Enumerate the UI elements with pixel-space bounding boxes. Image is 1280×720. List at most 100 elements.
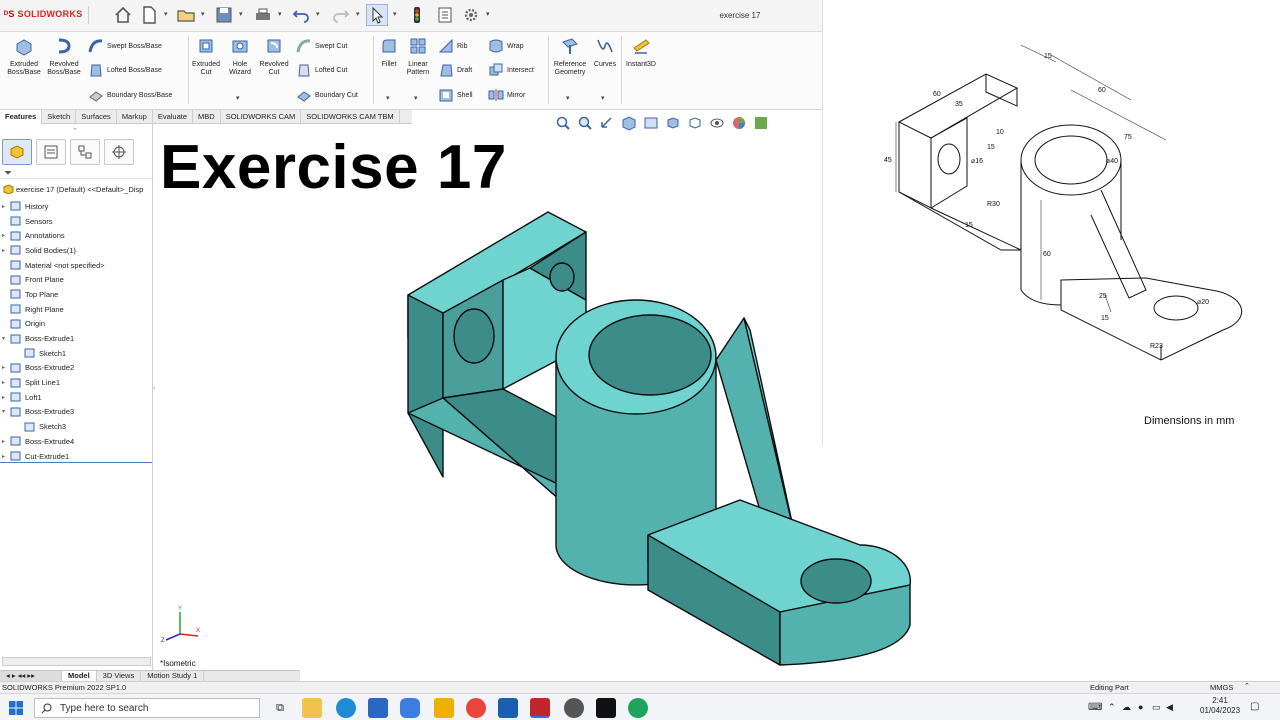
- tree-item[interactable]: ▾ Boss-Extrude1: [2, 331, 152, 346]
- tree-item[interactable]: ▸ History: [2, 199, 152, 214]
- feature-tree-tab-icon[interactable]: [2, 139, 32, 165]
- volume-icon[interactable]: ◀: [1166, 702, 1173, 713]
- chevron-down-icon[interactable]: ▾: [393, 11, 399, 18]
- new-document-icon[interactable]: [138, 4, 160, 26]
- swept-boss-button[interactable]: Swept Boss/Base: [88, 38, 162, 54]
- property-manager-tab-icon[interactable]: [36, 139, 66, 165]
- linear-pattern-button[interactable]: Linear Pattern: [403, 36, 433, 77]
- tab-model[interactable]: Model: [62, 671, 97, 681]
- cloud-icon[interactable]: ☁: [1122, 702, 1131, 713]
- whatsapp-icon[interactable]: [628, 698, 648, 718]
- obs-icon[interactable]: [564, 698, 584, 718]
- edit-appearance-icon[interactable]: [731, 115, 747, 131]
- print-icon[interactable]: [252, 4, 274, 26]
- chevron-down-icon[interactable]: ▾: [601, 95, 607, 102]
- horizontal-scrollbar[interactable]: [2, 657, 151, 666]
- apply-scene-icon[interactable]: [753, 115, 769, 131]
- redo-icon[interactable]: [330, 4, 352, 26]
- rollback-bar[interactable]: [0, 462, 152, 463]
- tree-item[interactable]: Material <not specified>: [2, 258, 152, 273]
- tree-item[interactable]: ▸ Boss-Extrude4: [2, 434, 152, 449]
- rebuild-traffic-light-icon[interactable]: [406, 4, 428, 26]
- intersect-button[interactable]: Intersect: [488, 62, 534, 78]
- expand-arrow-icon[interactable]: ▾: [2, 335, 10, 342]
- home-icon[interactable]: [112, 4, 134, 26]
- tree-item[interactable]: Sensors: [2, 214, 152, 229]
- task-view-icon[interactable]: ⧉: [270, 698, 290, 718]
- tab-markup[interactable]: Markup: [117, 110, 153, 124]
- curves-button[interactable]: Curves: [591, 36, 619, 69]
- chevron-down-icon[interactable]: ▾: [566, 95, 572, 102]
- shell-button[interactable]: Shell: [438, 87, 473, 103]
- extruded-boss-button[interactable]: Extruded Boss/Base: [4, 36, 44, 77]
- panel-collapse-icon[interactable]: ‹: [153, 385, 155, 392]
- previous-view-icon[interactable]: [599, 115, 615, 131]
- taskbar-search-box[interactable]: Type here to search: [34, 698, 260, 718]
- tab-3d-views[interactable]: 3D Views: [97, 671, 142, 681]
- chevron-down-icon[interactable]: ▾: [386, 95, 392, 102]
- tree-item[interactable]: ▸ Loft1: [2, 390, 152, 405]
- tab-surfaces[interactable]: Surfaces: [76, 110, 117, 124]
- mail-icon[interactable]: [368, 698, 388, 718]
- tree-item[interactable]: ▸ Boss-Extrude2: [2, 361, 152, 376]
- lofted-boss-button[interactable]: Lofted Boss/Base: [88, 62, 162, 78]
- rib-button[interactable]: Rib: [438, 38, 468, 54]
- file-properties-icon[interactable]: [434, 4, 456, 26]
- boundary-boss-button[interactable]: Boundary Boss/Base: [88, 87, 172, 103]
- expand-arrow-icon[interactable]: ▸: [2, 364, 10, 371]
- configuration-manager-tab-icon[interactable]: [70, 139, 100, 165]
- chevron-down-icon[interactable]: ▾: [414, 95, 420, 102]
- tree-item[interactable]: ▸ Solid Bodies(1): [2, 243, 152, 258]
- windows-start-icon[interactable]: [9, 701, 23, 715]
- notifications-icon[interactable]: ▢: [1250, 701, 1259, 712]
- chevron-down-icon[interactable]: ▾: [164, 11, 170, 18]
- edge-browser-icon[interactable]: [336, 698, 356, 718]
- chevron-down-icon[interactable]: ▾: [278, 11, 284, 18]
- tab-solidworks-cam[interactable]: SOLIDWORKS CAM: [221, 110, 302, 124]
- instant3d-button[interactable]: Instant3D: [623, 36, 659, 69]
- tree-item[interactable]: ▸ Split Line1: [2, 375, 152, 390]
- hole-wizard-button[interactable]: Hole Wizard: [224, 36, 256, 77]
- tab-features[interactable]: Features: [0, 110, 43, 124]
- view-orientation-icon[interactable]: [665, 115, 681, 131]
- zoom-area-icon[interactable]: [577, 115, 593, 131]
- tree-item[interactable]: Top Plane: [2, 287, 152, 302]
- dynamic-annotation-icon[interactable]: [643, 115, 659, 131]
- tree-item[interactable]: Sketch1: [2, 346, 152, 361]
- section-view-icon[interactable]: [621, 115, 637, 131]
- expand-arrow-icon[interactable]: ▸: [2, 438, 10, 445]
- tree-item[interactable]: ▾ Boss-Extrude3: [2, 405, 152, 420]
- tree-item[interactable]: Origin: [2, 317, 152, 332]
- expand-arrow-icon[interactable]: ▸: [2, 247, 10, 254]
- dimxpert-tab-icon[interactable]: [104, 139, 134, 165]
- tab-solidworks-cam-tbm[interactable]: SOLIDWORKS CAM TBM: [301, 110, 400, 124]
- save-icon[interactable]: [213, 4, 235, 26]
- wrap-button[interactable]: Wrap: [488, 38, 524, 54]
- cortana-c-icon[interactable]: [400, 698, 420, 718]
- unit-system[interactable]: MMGS: [1210, 683, 1233, 692]
- chevron-down-icon[interactable]: ▾: [239, 11, 245, 18]
- swept-cut-button[interactable]: Swept Cut: [296, 38, 347, 54]
- reference-geometry-button[interactable]: Reference Geometry: [550, 36, 590, 77]
- microphone-icon[interactable]: ●: [1138, 702, 1143, 712]
- tree-item[interactable]: ▸ Annotations: [2, 228, 152, 243]
- tab-evaluate[interactable]: Evaluate: [153, 110, 194, 124]
- draft-button[interactable]: Draft: [438, 62, 472, 78]
- expand-arrow-icon[interactable]: ▸: [2, 379, 10, 386]
- expand-arrow-icon[interactable]: ▸: [2, 453, 10, 460]
- mirror-button[interactable]: Mirror: [488, 87, 525, 103]
- chrome-icon[interactable]: [466, 698, 486, 718]
- system-clock[interactable]: 2:41 01/04/2023: [1200, 696, 1240, 716]
- tab-motion-study[interactable]: Motion Study 1: [141, 671, 205, 681]
- revolved-boss-button[interactable]: Revolved Boss/Base: [44, 36, 84, 77]
- undo-icon[interactable]: [290, 4, 312, 26]
- expand-arrow-icon[interactable]: ▸: [2, 394, 10, 401]
- store-icon[interactable]: [498, 698, 518, 718]
- chevron-down-icon[interactable]: ▾: [356, 11, 362, 18]
- fillet-button[interactable]: Fillet: [376, 36, 402, 69]
- tab-sketch[interactable]: Sketch: [42, 110, 77, 124]
- gear-icon[interactable]: [460, 4, 482, 26]
- expand-arrow-icon[interactable]: ▸: [2, 232, 10, 239]
- tree-item[interactable]: Sketch3: [2, 419, 152, 434]
- tree-item[interactable]: Front Plane: [2, 272, 152, 287]
